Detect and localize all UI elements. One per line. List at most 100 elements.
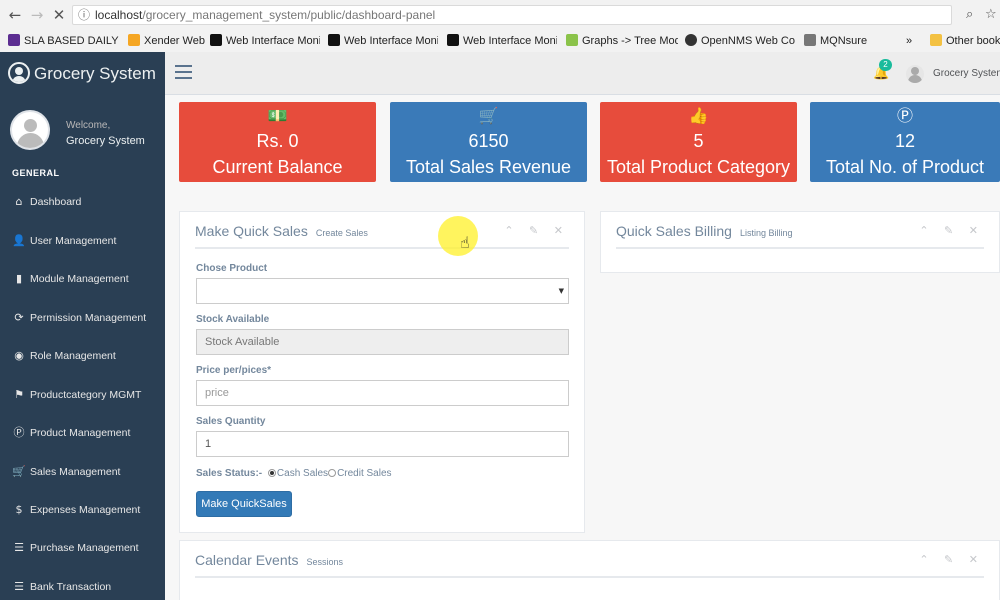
tile-label: Total Sales Revenue — [405, 157, 572, 177]
top-nav: 🔔 2 Grocery System — [165, 52, 1000, 95]
other-bookmarks[interactable]: Other bookm — [930, 33, 1000, 49]
welcome-user-name: Grocery System — [66, 135, 145, 147]
bookmark-favicon-icon — [685, 34, 697, 46]
back-arrow-icon[interactable]: ← — [6, 6, 24, 24]
sidebar-item-purchase-management[interactable]: ☰ Purchase Management — [0, 533, 165, 563]
notification-badge: 2 — [879, 59, 892, 71]
sidebar-item-product-management[interactable]: Ⓟ Product Management — [0, 418, 165, 448]
cursor-highlight — [438, 216, 478, 256]
panel-controls-icon[interactable]: ⌃ ✎ ✕ — [919, 224, 984, 237]
panel-subtitle: Sessions — [306, 557, 344, 567]
price-input[interactable]: price — [196, 380, 569, 406]
panel-subtitle: Listing Billing — [739, 228, 793, 238]
sidebar-item-module-management[interactable]: ▮ Module Management — [0, 264, 165, 294]
sidebar-item-permission-management[interactable]: ⟳ Permission Management — [0, 303, 165, 333]
stock-label: Stock Available — [196, 314, 270, 325]
bookmarks-bar: SLA BASED DAILY FO Xender Web Web Interf… — [0, 30, 1000, 52]
more-bookmarks-button[interactable]: » — [906, 33, 920, 49]
quantity-label: Sales Quantity — [196, 416, 266, 427]
tile-label: Total Product Category — [606, 157, 791, 177]
bookmark-item[interactable]: Web Interface Monit — [210, 33, 320, 49]
credit-sales-radio[interactable] — [328, 469, 337, 477]
product-p-icon: Ⓟ — [13, 426, 25, 439]
flag-icon: ⚑ — [14, 388, 24, 401]
sidebar-item-label: Sales Management — [30, 466, 121, 478]
main-content: 🔔 2 Grocery System 💵 Rs. 0 Current Balan… — [165, 52, 1000, 600]
tile-value: Rs. 0 — [256, 131, 299, 151]
bank-icon: ☰ — [14, 580, 24, 593]
quantity-input[interactable]: 1 — [196, 431, 569, 457]
sidebar-item-bank-transaction[interactable]: ☰ Bank Transaction — [0, 572, 165, 600]
sidebar-item-dashboard[interactable]: ⌂ Dashboard — [0, 187, 165, 217]
panel-controls-icon[interactable]: ⌃ ✎ ✕ — [919, 553, 984, 566]
sidebar-item-label: Dashboard — [30, 196, 82, 208]
brand-title: Grocery System — [34, 64, 156, 83]
browser-chrome: ← → ✕ ⓘ localhost/grocery_management_sys… — [0, 0, 1000, 52]
forward-arrow-icon[interactable]: → — [28, 6, 46, 24]
list-icon: ☰ — [14, 541, 24, 554]
sales-status-label: Sales Status:- — [196, 468, 263, 479]
product-label: Chose Product — [196, 263, 268, 274]
sidebar-item-label: User Management — [30, 235, 117, 247]
sidebar-item-label: Module Management — [30, 273, 129, 285]
menu-section-title: GENERAL — [12, 168, 60, 178]
bookmark-item[interactable]: SLA BASED DAILY FO — [8, 33, 120, 49]
price-label: Price per/pices* — [196, 365, 272, 376]
bookmark-favicon-icon — [8, 34, 20, 46]
sidebar-item-label: Productcategory MGMT — [30, 389, 142, 401]
sidebar-item-expenses-management[interactable]: $ Expenses Management — [0, 495, 165, 525]
credit-sales-label[interactable]: Credit Sales — [337, 468, 391, 479]
user-avatar[interactable] — [906, 65, 924, 83]
url-host: localhost — [95, 8, 143, 22]
avatar — [10, 110, 50, 150]
panel-controls-icon[interactable]: ⌃ ✎ ✕ — [504, 224, 569, 237]
calendar-events-panel: Calendar Events Sessions ⌃ ✎ ✕ — [179, 540, 1000, 600]
bookmark-item[interactable]: Xender Web — [128, 33, 208, 49]
sidebar-item-user-management[interactable]: 👤 User Management — [0, 226, 165, 256]
user-menu[interactable]: Grocery System — [933, 68, 1000, 79]
sidebar-item-label: Expenses Management — [30, 504, 141, 516]
address-row: ← → ✕ ⓘ localhost/grocery_management_sys… — [0, 0, 1000, 30]
sidebar-item-sales-management[interactable]: 🛒 Sales Management — [0, 457, 165, 487]
url-path: /grocery_management_system/public/dashbo… — [142, 8, 436, 22]
star-icon[interactable]: ☆ — [985, 7, 997, 22]
info-icon[interactable]: ⓘ — [78, 6, 90, 24]
bookmark-item[interactable]: MQNsure — [804, 33, 874, 49]
menu-toggle-icon[interactable] — [175, 65, 192, 79]
bookmark-item[interactable]: Graphs -> Tree Mode — [566, 33, 678, 49]
bookmark-favicon-icon — [566, 34, 578, 46]
panel-title: Calendar Events — [195, 552, 299, 568]
brand[interactable]: Grocery System — [8, 62, 156, 86]
url-bar[interactable]: ⓘ localhost/grocery_management_system/pu… — [72, 5, 952, 25]
bookmark-item[interactable]: OpenNMS Web Cons — [685, 33, 795, 49]
make-quicksales-button[interactable]: Make QuickSales — [196, 491, 292, 517]
sidebar-item-label: Bank Transaction — [30, 581, 112, 593]
sidebar-item-productcategory[interactable]: ⚑ Productcategory MGMT — [0, 380, 165, 410]
bookmark-item[interactable]: Web Interface Monit — [447, 33, 557, 49]
product-select[interactable]: ▼ — [196, 278, 569, 304]
sidebar: Grocery System Welcome, Grocery System G… — [0, 52, 165, 600]
money-icon: 💵 — [267, 106, 288, 125]
eye-icon: ◉ — [14, 349, 24, 362]
quick-sales-billing-panel: Quick Sales Billing Listing Billing ⌃ ✎ ✕ — [600, 211, 1000, 273]
dollar-icon: $ — [15, 503, 23, 516]
panel-header: Make Quick Sales Create Sales ⌃ ✎ ✕ — [195, 212, 569, 249]
stock-input[interactable]: Stock Available — [196, 329, 569, 355]
tile-label: Total No. of Product — [825, 157, 985, 177]
bookmark-item[interactable]: Web Interface Monit — [328, 33, 438, 49]
panel-header: Quick Sales Billing Listing Billing ⌃ ✎ ✕ — [616, 212, 984, 249]
tile-total-products: Ⓟ 12 Total No. of Product — [810, 102, 1000, 182]
sidebar-item-role-management[interactable]: ◉ Role Management — [0, 341, 165, 371]
user-circle-icon — [8, 62, 30, 84]
cash-sales-radio[interactable] — [267, 469, 276, 477]
home-icon: ⌂ — [15, 195, 23, 208]
cash-sales-label[interactable]: Cash Sales — [277, 468, 328, 479]
tile-label: Current Balance — [212, 157, 343, 177]
search-icon[interactable]: ⌕ — [966, 7, 973, 22]
tile-current-balance: 💵 Rs. 0 Current Balance — [179, 102, 376, 182]
tile-total-sales-revenue: 🛒 6150 Total Sales Revenue — [390, 102, 587, 182]
cart-icon: 🛒 — [478, 106, 499, 125]
bookmark-favicon-icon — [447, 34, 459, 46]
stop-icon[interactable]: ✕ — [50, 6, 68, 24]
sidebar-item-label: Product Management — [30, 427, 131, 439]
